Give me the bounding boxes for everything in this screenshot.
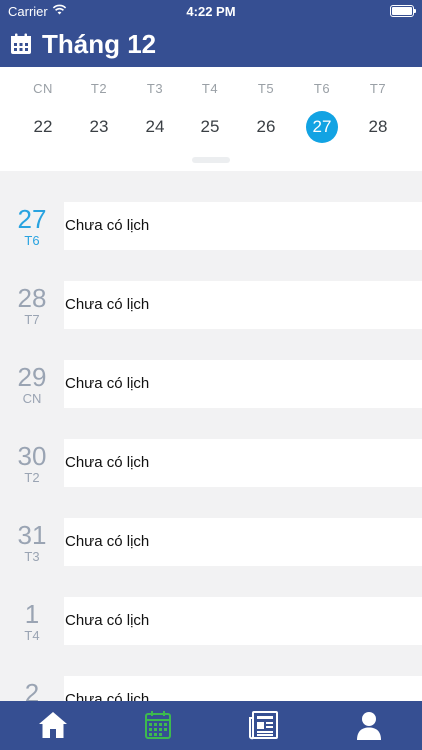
schedule-row: 28 T7 Chưa có lịch (0, 250, 422, 329)
schedule-row: 31 T3 Chưa có lịch (0, 487, 422, 566)
header: Carrier 4:22 PM Tháng 12 (0, 0, 422, 67)
empty-schedule-text: Chưa có lịch (65, 612, 150, 629)
date-number: 23 (89, 117, 109, 136)
event-card[interactable]: Chưa có lịch (64, 676, 422, 701)
row-weekday: T2 (24, 470, 40, 485)
date-number: 25 (200, 117, 220, 136)
weekday-label: T5 (257, 81, 275, 96)
empty-schedule-text: Chưa có lịch (65, 691, 150, 701)
event-card[interactable]: Chưa có lịch (64, 202, 422, 250)
row-weekday: T6 (24, 233, 40, 248)
drag-handle[interactable] (192, 157, 230, 163)
empty-schedule-text: Chưa có lịch (65, 375, 150, 392)
row-weekday: T3 (24, 549, 40, 564)
row-weekday: CN (22, 391, 42, 406)
weekday-label: CN (33, 81, 53, 96)
weekday-label: T2 (90, 81, 108, 96)
tab-bar (0, 701, 422, 750)
calendar-icon[interactable] (141, 709, 175, 741)
empty-schedule-text: Chưa có lịch (65, 217, 150, 234)
calendar-icon (11, 33, 31, 54)
event-card[interactable]: Chưa có lịch (64, 360, 422, 408)
schedule-row: 1 T4 Chưa có lịch (0, 566, 422, 645)
profile-icon[interactable] (352, 709, 386, 741)
schedule-row: 30 T2 Chưa có lịch (0, 408, 422, 487)
row-day-number: 1 (24, 599, 40, 629)
weekday-label: T6 (313, 81, 331, 96)
weekday-label: T3 (146, 81, 164, 96)
date-number: 24 (145, 117, 165, 136)
schedule-row: 29 CN Chưa có lịch (0, 329, 422, 408)
row-weekday: T7 (24, 312, 40, 327)
home-icon[interactable] (36, 709, 70, 741)
schedule-row: 27 T6 Chưa có lịch (0, 171, 422, 250)
status-time: 4:22 PM (186, 4, 236, 19)
date-number: 28 (368, 117, 388, 136)
empty-schedule-text: Chưa có lịch (65, 533, 150, 550)
weekday-label: T4 (201, 81, 219, 96)
event-card[interactable]: Chưa có lịch (64, 597, 422, 645)
row-day-number: 29 (17, 362, 47, 392)
empty-schedule-text: Chưa có lịch (65, 454, 150, 471)
date-number: 22 (33, 117, 53, 136)
week-strip: CN 22 T2 23 T3 24 T4 25 T5 26 T6 27 T7 2… (0, 67, 422, 171)
schedule-row: 2 Chưa có lịch (0, 645, 422, 701)
page-title: Tháng 12 (42, 28, 157, 59)
weekday-label: T7 (369, 81, 387, 96)
row-day-number: 30 (17, 441, 47, 471)
row-day-number: 2 (24, 678, 40, 701)
empty-schedule-text: Chưa có lịch (65, 296, 150, 313)
row-day-number: 28 (17, 283, 47, 313)
row-day-number: 27 (17, 204, 47, 234)
news-icon[interactable] (247, 709, 281, 741)
event-card[interactable]: Chưa có lịch (64, 281, 422, 329)
battery-icon (390, 5, 416, 17)
schedule-list[interactable]: 27 T6 Chưa có lịch 28 T7 Chưa có lịch 29… (0, 171, 422, 701)
event-card[interactable]: Chưa có lịch (64, 518, 422, 566)
row-weekday: T4 (24, 628, 40, 643)
date-number: 27 (306, 111, 338, 143)
event-card[interactable]: Chưa có lịch (64, 439, 422, 487)
status-bar: Carrier 4:22 PM (0, 0, 422, 22)
date-number: 26 (256, 117, 276, 136)
row-day-number: 31 (17, 520, 47, 550)
